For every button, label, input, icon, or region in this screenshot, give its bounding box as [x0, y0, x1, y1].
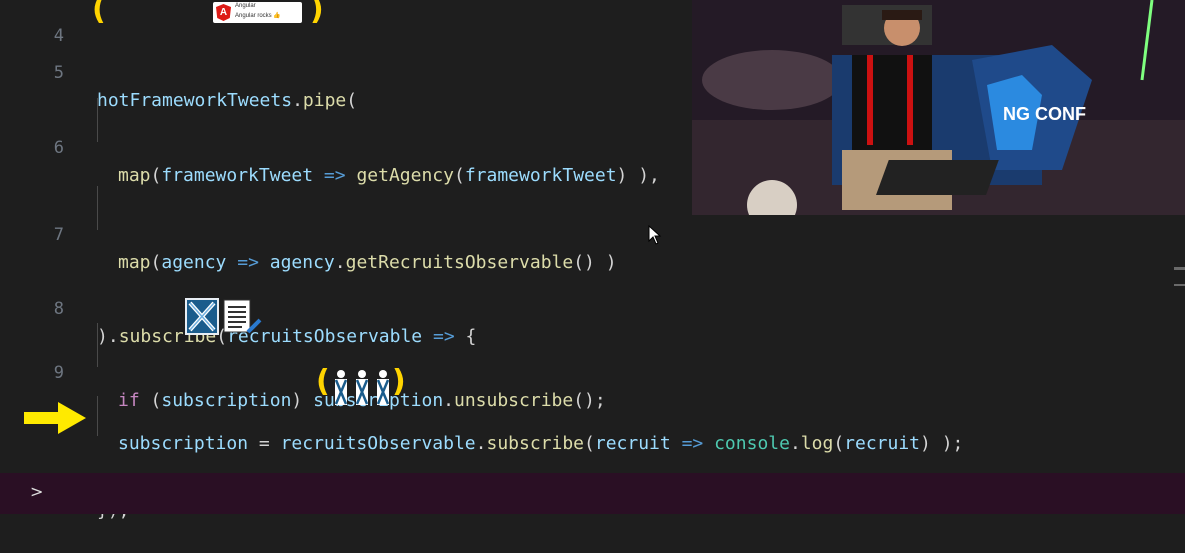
line-number: 7 — [53, 225, 64, 245]
scrollbar-marker[interactable] — [1174, 284, 1185, 286]
code-text: ).subscribe(recruitsObservable => { — [97, 326, 477, 347]
code-text: hotFrameworkTweets.pipe( — [97, 90, 358, 111]
open-paren-annotation: ( — [316, 364, 330, 399]
open-paren-annotation: ( — [92, 0, 106, 27]
angular-logo-icon: A — [216, 4, 231, 21]
mouse-cursor-icon — [648, 224, 662, 245]
scrollbar-marker[interactable] — [1174, 267, 1185, 270]
recruiter-icon — [185, 298, 219, 335]
code-line-7: 7 map(agency => agency.getRecruitsObserv… — [0, 193, 617, 273]
ngconf-sign: NG CONF — [1003, 104, 1086, 124]
speaker-video: NG CONF — [692, 0, 1185, 215]
terminal-prompt: > — [30, 482, 44, 501]
code-line-9: 9 if (subscription) subscription.unsubsc… — [0, 331, 606, 411]
code-text: map(frameworkTweet => getAgency(framewor… — [118, 165, 660, 186]
line-number: 9 — [53, 363, 64, 383]
line-number: 8 — [53, 299, 64, 319]
code-line-5: 5 hotFrameworkTweets.pipe( — [0, 31, 357, 111]
close-paren-annotation: ) — [310, 0, 324, 27]
document-icon — [222, 298, 262, 336]
indent-guide — [97, 98, 98, 142]
badge-title: Angular — [235, 3, 256, 9]
code-line-6: 6 map(frameworkTweet => getAgency(framew… — [0, 106, 660, 186]
code-text: subscription = recruitsObservable.subscr… — [118, 433, 964, 454]
code-line-10: subscription = recruitsObservable.subscr… — [0, 402, 963, 454]
terminal-panel[interactable]: > — [0, 473, 1185, 514]
close-paren-annotation: ) — [392, 364, 406, 399]
code-line-11: 11 }); — [0, 441, 130, 521]
recruits-icon — [330, 368, 394, 406]
code-line-8: 8 ).subscribe(recruitsObservable => { — [0, 267, 477, 347]
indent-guide — [97, 396, 98, 436]
badge-subtitle: Angular rocks 👍 — [235, 13, 281, 19]
line-number: 6 — [53, 138, 64, 158]
line-number: 5 — [53, 63, 64, 83]
angular-tweet-badge: A Angular Angular rocks 👍 — [213, 2, 302, 23]
indent-guide — [97, 186, 98, 230]
code-line-4: 4 — [0, 0, 64, 46]
code-text: map(agency => agency.getRecruitsObservab… — [118, 252, 617, 273]
